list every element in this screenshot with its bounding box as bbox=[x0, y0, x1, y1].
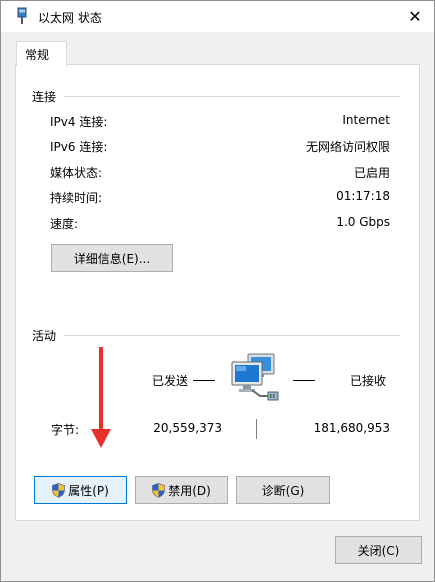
tab-general-label: 常规 bbox=[25, 48, 50, 62]
ipv4-connectivity-value: Internet bbox=[342, 113, 390, 127]
bytes-separator bbox=[256, 419, 257, 439]
tab-general[interactable]: 常规 bbox=[16, 41, 67, 66]
duration-label: 持续时间: bbox=[50, 191, 103, 205]
disable-button-label: 禁用(D) bbox=[168, 483, 211, 498]
ipv6-connectivity-value: 无网络访问权限 bbox=[305, 140, 390, 154]
sent-dash bbox=[193, 380, 215, 381]
properties-button-label: 属性(P) bbox=[68, 483, 109, 498]
details-button[interactable]: 详细信息(E)... bbox=[51, 244, 173, 272]
properties-button[interactable]: 属性(P) bbox=[34, 476, 127, 504]
window-title: 以太网 状态 bbox=[38, 11, 102, 25]
diagnose-button[interactable]: 诊断(G) bbox=[236, 476, 330, 504]
uac-shield-icon bbox=[152, 482, 165, 498]
activity-divider bbox=[64, 335, 400, 336]
disable-button[interactable]: 禁用(D) bbox=[135, 476, 228, 504]
received-label: 已接收 bbox=[350, 374, 387, 388]
close-window-button[interactable]: ✕ bbox=[397, 1, 433, 32]
bytes-label: 字节: bbox=[51, 423, 80, 437]
ethernet-status-dialog: 以太网 状态 ✕ 常规 连接 IPv4 连接: Internet IPv6 连接… bbox=[0, 0, 435, 582]
ipv6-connectivity-label: IPv6 连接: bbox=[50, 140, 108, 154]
bytes-sent-value: 20,559,373 bbox=[153, 421, 222, 435]
close-button-label: 关闭(C) bbox=[357, 543, 400, 558]
media-state-label: 媒体状态: bbox=[50, 166, 103, 180]
bytes-received-value: 181,680,953 bbox=[313, 421, 390, 435]
activity-heading: 活动 bbox=[32, 329, 57, 343]
ipv4-connectivity-label: IPv4 连接: bbox=[50, 115, 108, 129]
close-button[interactable]: 关闭(C) bbox=[335, 536, 422, 564]
speed-value: 1.0 Gbps bbox=[336, 215, 390, 229]
network-computers-icon bbox=[231, 353, 279, 401]
diagnose-button-label: 诊断(G) bbox=[261, 483, 305, 498]
connection-divider bbox=[64, 96, 400, 97]
duration-value: 01:17:18 bbox=[336, 189, 390, 203]
connection-heading: 连接 bbox=[32, 90, 57, 104]
annotation-arrow-head bbox=[91, 429, 111, 448]
sent-label: 已发送 bbox=[152, 374, 189, 388]
network-adapter-icon bbox=[17, 7, 27, 24]
annotation-arrow-shaft bbox=[99, 347, 103, 431]
tab-panel-general: 连接 IPv4 连接: Internet IPv6 连接: 无网络访问权限 媒体… bbox=[15, 64, 420, 521]
speed-label: 速度: bbox=[50, 217, 79, 231]
media-state-value: 已启用 bbox=[353, 166, 390, 180]
title-bar: 以太网 状态 ✕ bbox=[1, 1, 434, 32]
details-button-label: 详细信息(E)... bbox=[73, 251, 151, 266]
uac-shield-icon bbox=[52, 482, 65, 498]
close-icon: ✕ bbox=[408, 7, 422, 26]
received-dash bbox=[293, 380, 315, 381]
